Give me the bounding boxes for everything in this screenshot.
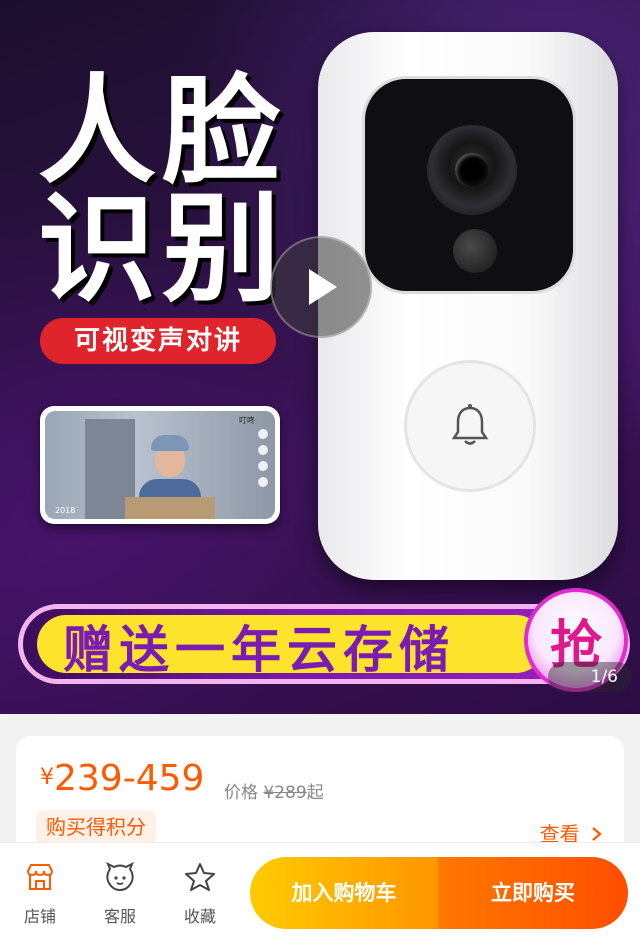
add-to-cart-button[interactable]: 加入购物车 [250,857,438,929]
store-icon [26,864,54,890]
service-face-icon [106,861,134,892]
phone-preview-image: 叮咚 2018 [40,406,280,524]
play-icon [309,269,337,305]
favorite-label: 收藏 [183,907,216,926]
original-price: 价格 ¥289起 [224,783,324,803]
customer-service-button[interactable]: 客服 [84,861,156,927]
currency-symbol: ¥ [40,765,54,790]
price-amount: 239-459 [54,758,205,799]
headline-line2: 识别 [38,180,287,318]
doorbell-button [404,360,536,492]
points-badge: 购买得积分 [36,810,156,844]
store-label: 店铺 [23,907,56,926]
original-price-value: 289 [274,783,307,803]
service-label: 客服 [103,907,136,926]
camera-lens [427,125,517,215]
original-price-label: 价格 [224,783,258,803]
feature-tag: 可视变声对讲 [40,318,276,364]
promo-banner-text: 赠送一年云存储 [63,621,455,679]
ir-sensor [453,229,497,273]
chevron-right-icon [592,827,602,841]
bell-icon [451,404,489,445]
purchase-buttons: 加入购物车 立即购买 [250,857,628,929]
camera-module [362,76,576,294]
phone-tag: 2018 [55,506,76,515]
star-icon [185,863,215,891]
product-page: 人脸 识别 可视变声对讲 叮咚 2018 赠送一年云存储 抢 1/6 ¥239-… [0,0,640,938]
product-media-gallery[interactable]: 人脸 识别 可视变声对讲 叮咚 2018 赠送一年云存储 抢 1/6 [0,0,640,714]
buy-now-button[interactable]: 立即购买 [438,857,628,929]
price-card: ¥239-459 价格 ¥289起 购买得积分 查看 [16,736,624,856]
original-price-suffix: 起 [306,783,324,803]
store-nav-button[interactable]: 店铺 [4,861,76,927]
favorite-button[interactable]: 收藏 [164,861,236,927]
play-video-button[interactable] [270,236,372,338]
media-counter: 1/6 [548,662,632,692]
headline-line1: 人脸 [38,62,287,200]
price-range: ¥239-459 [40,758,204,799]
phone-top-text: 叮咚 [239,416,255,425]
bottom-action-bar: 店铺 客服 收藏 加入购物车 立即购买 [0,842,640,938]
